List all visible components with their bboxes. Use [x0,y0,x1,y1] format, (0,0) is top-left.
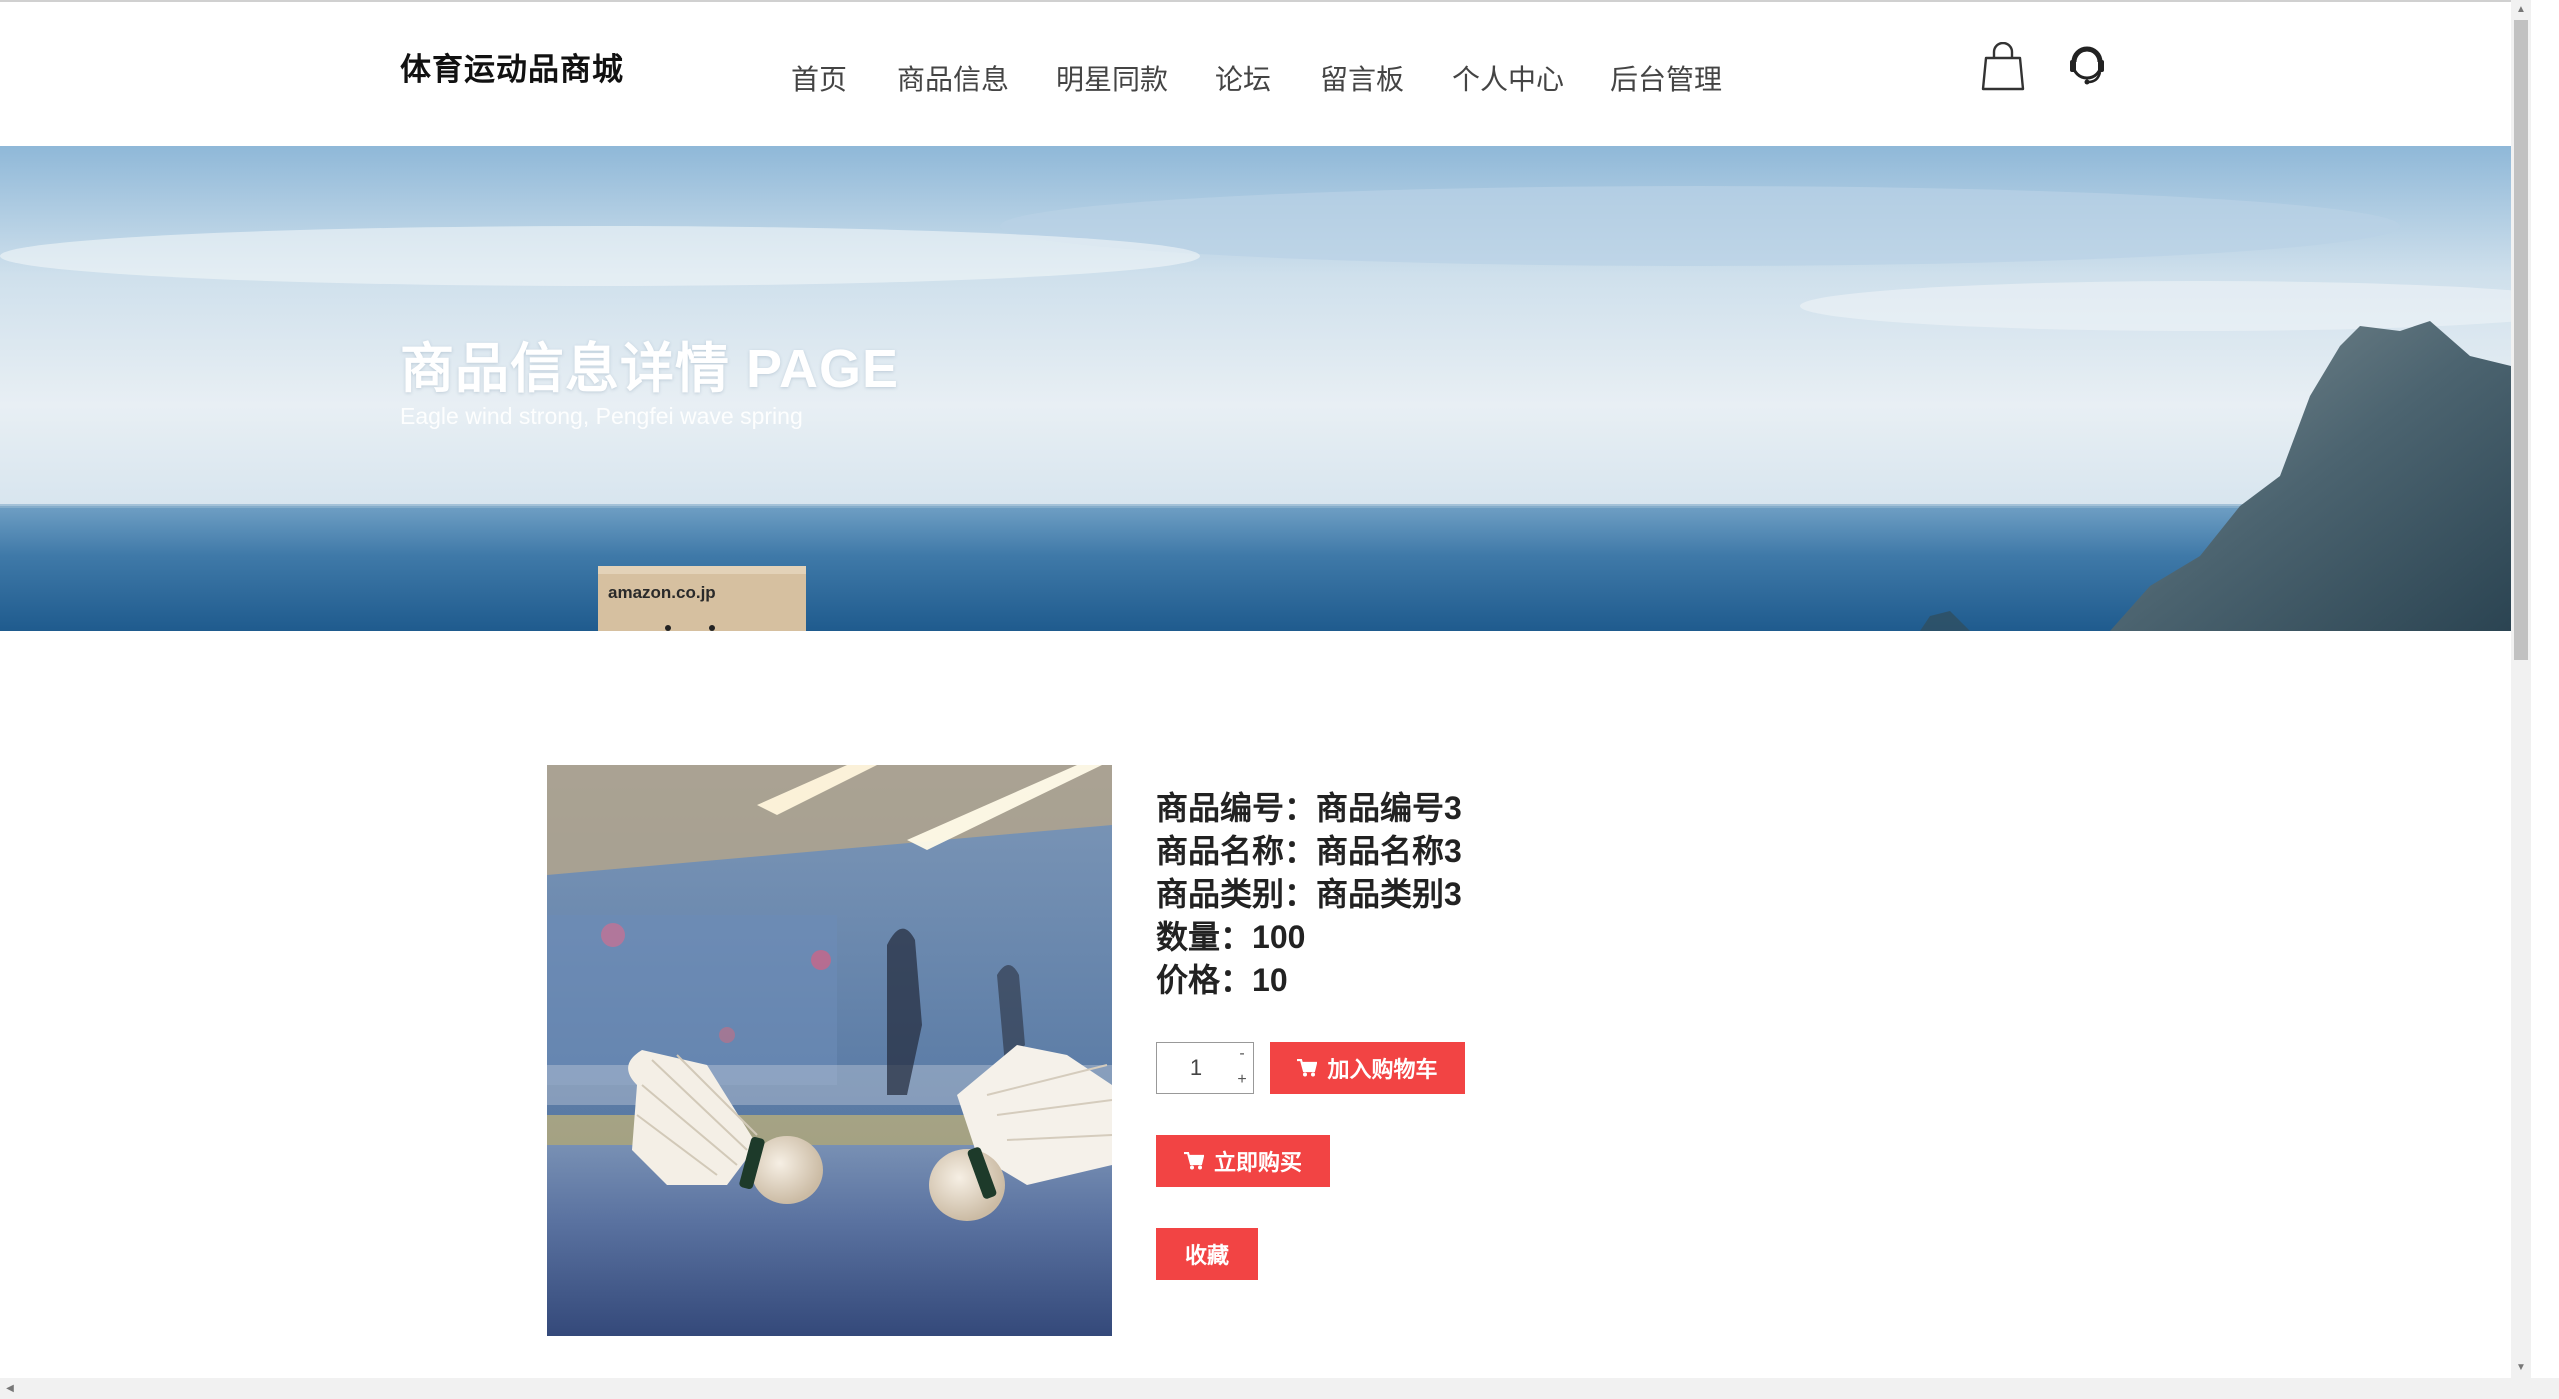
quantity-stepper[interactable]: 1 - + [1156,1042,1254,1094]
cart-icon [1297,1059,1318,1077]
product-name-value: 商品名称3 [1316,833,1462,869]
customer-service-icon[interactable] [2066,44,2108,90]
quantity-decrement-button[interactable]: - [1235,1044,1249,1064]
nav-message-board[interactable]: 留言板 [1320,58,1404,98]
product-price-label: 价格： [1156,962,1253,998]
buy-now-label: 立即购买 [1213,1150,1302,1175]
product-category-value: 商品类别3 [1316,876,1462,912]
site-logo[interactable]: 体育运动品商城 [400,44,624,89]
product-code-value: 商品编号3 [1316,790,1462,826]
product-quantity-value: 100 [1252,919,1306,955]
page-banner: amazon.co.jp 商品信息详情 PAGE Eagle wind stro… [0,146,2511,631]
product-image[interactable] [547,765,1112,1336]
quantity-input[interactable]: 1 [1157,1043,1235,1093]
product-category-label: 商品类别： [1156,876,1317,912]
product-price-value: 10 [1252,962,1288,998]
product-name-row: 商品名称：商品名称3 [1156,830,1462,873]
nav-personal-center[interactable]: 个人中心 [1452,58,1564,98]
add-to-cart-label: 加入购物车 [1327,1057,1438,1082]
product-category-row: 商品类别：商品类别3 [1156,873,1462,916]
vertical-scrollbar[interactable]: ▲ ▼ [2511,0,2531,1378]
sea-cliff-banner-image: amazon.co.jp [0,146,2511,631]
nav-products[interactable]: 商品信息 [897,58,1009,98]
badminton-shuttlecock-photo [547,765,1112,1336]
nav-celebrity-style[interactable]: 明星同款 [1056,58,1168,98]
add-to-cart-button[interactable]: 加入购物车 [1270,1042,1465,1094]
product-quantity-row: 数量：100 [1156,916,1462,959]
site-header: 体育运动品商城 首页 商品信息 明星同款 论坛 留言板 个人中心 后台管理 [0,0,2511,146]
nav-admin[interactable]: 后台管理 [1610,58,1722,98]
vertical-scroll-thumb[interactable] [2514,20,2528,660]
nav-home[interactable]: 首页 [791,58,847,98]
banner-box-text: amazon.co.jp [608,583,716,602]
cart-icon [1183,1152,1204,1170]
favorite-button[interactable]: 收藏 [1156,1228,1258,1280]
product-code-row: 商品编号：商品编号3 [1156,787,1462,830]
banner-subtitle: Eagle wind strong, Pengfei wave spring [400,403,803,429]
quantity-increment-button[interactable]: + [1235,1070,1249,1090]
product-info: 商品编号：商品编号3 商品名称：商品名称3 商品类别：商品类别3 数量：100 … [1156,787,1462,1002]
product-name-label: 商品名称： [1156,833,1317,869]
nav-forum[interactable]: 论坛 [1215,58,1271,98]
shopping-bag-icon[interactable] [1980,42,2026,92]
window-edge [2531,0,2559,1378]
product-code-label: 商品编号： [1156,790,1317,826]
favorite-label: 收藏 [1184,1243,1229,1268]
horizontal-scrollbar[interactable]: ◀ [0,1378,2531,1399]
banner-title: 商品信息详情 PAGE [400,339,900,399]
scroll-down-arrow-icon[interactable]: ▼ [2511,1358,2531,1378]
buy-now-button[interactable]: 立即购买 [1156,1135,1330,1187]
scroll-left-arrow-icon[interactable]: ◀ [0,1378,20,1399]
scrollbar-corner [2531,1378,2559,1399]
product-price-row: 价格：10 [1156,959,1462,1002]
scroll-up-arrow-icon[interactable]: ▲ [2511,0,2531,20]
product-quantity-label: 数量： [1156,919,1253,955]
